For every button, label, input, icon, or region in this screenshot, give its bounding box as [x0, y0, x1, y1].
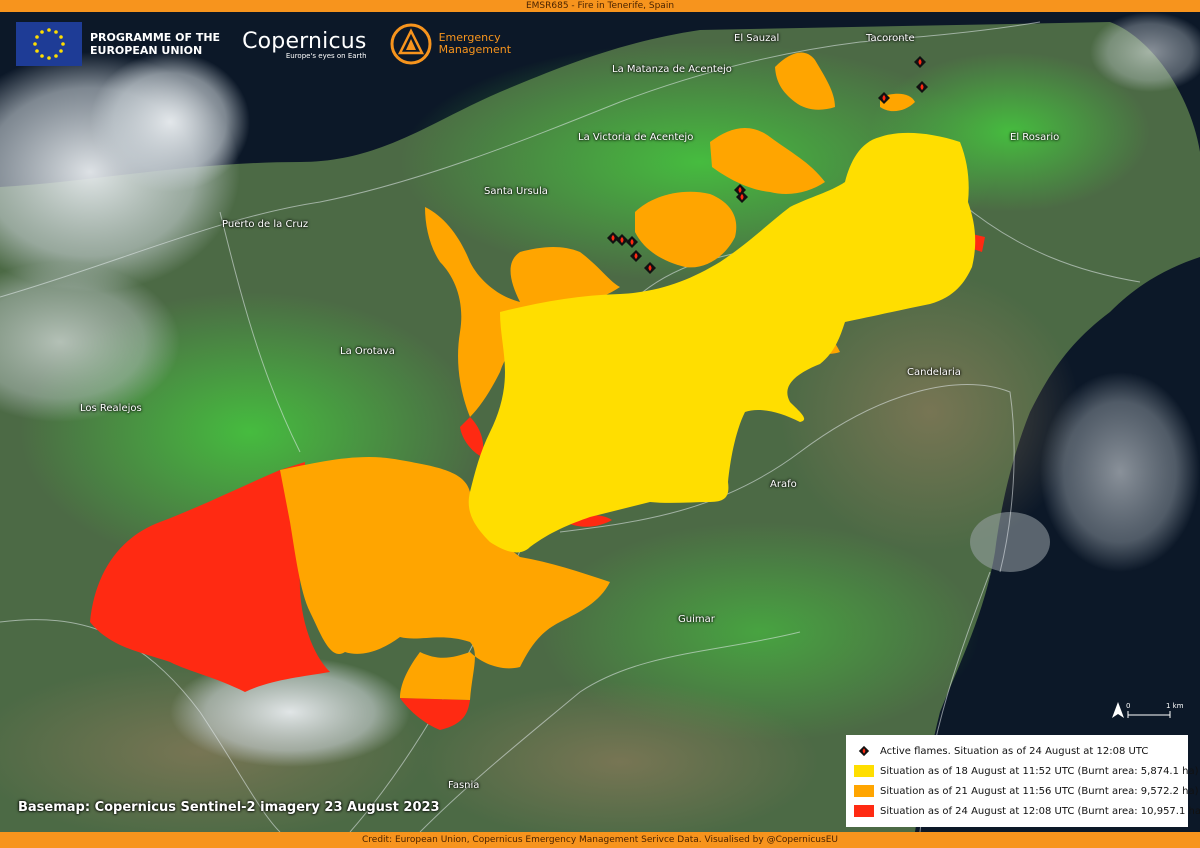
legend-item-24-aug: Situation as of 24 August at 12:08 UTC (… — [854, 801, 1200, 821]
place-puerto-de-la-cruz: Puerto de la Cruz — [222, 219, 309, 230]
legend-item-active-flames: Active flames. Situation as of 24 August… — [854, 741, 1180, 761]
legend-item-21-aug: Situation as of 21 August at 11:56 UTC (… — [854, 781, 1199, 801]
legend-label-18-aug: Situation as of 18 August at 11:52 UTC (… — [880, 765, 1199, 777]
place-santa-ursula: Santa Ursula — [484, 186, 548, 197]
eu-text-line1: PROGRAMME OF THE — [90, 31, 221, 44]
place-el-rosario: El Rosario — [1010, 132, 1060, 143]
eu-flag-icon — [16, 22, 82, 66]
footer-bar: Credit: European Union, Copernicus Emerg… — [0, 832, 1200, 848]
legend: Active flames. Situation as of 24 August… — [846, 735, 1200, 827]
place-los-realejos: Los Realejos — [80, 403, 142, 414]
flame-marker-icon — [858, 745, 870, 757]
place-tacoronte: Tacoronte — [866, 33, 915, 44]
legend-label-21-aug: Situation as of 21 August at 11:56 UTC (… — [880, 785, 1199, 797]
ems-line2: Management — [438, 43, 512, 56]
place-candelaria: Candelaria — [907, 367, 961, 378]
legend-label-24-aug: Situation as of 24 August at 12:08 UTC (… — [880, 805, 1200, 817]
scale-labels: 0 1 km — [1108, 700, 1188, 724]
copernicus-name: Copernicus — [242, 28, 367, 54]
cloud-e — [1040, 372, 1200, 572]
legend-item-18-aug: Situation as of 18 August at 11:52 UTC (… — [854, 761, 1199, 781]
scale-one-km: 1 km — [1166, 702, 1184, 710]
legend-label-flames: Active flames. Situation as of 24 August… — [880, 745, 1149, 757]
swatch-orange — [854, 785, 874, 797]
place-la-matanza: La Matanza de Acentejo — [612, 64, 732, 75]
credit-text: Credit: European Union, Copernicus Emerg… — [362, 835, 838, 845]
header-bar: EMSR685 - Fire in Tenerife, Spain — [0, 0, 1200, 12]
place-arafo: Arafo — [770, 479, 797, 490]
swatch-yellow — [854, 765, 874, 777]
logo-bar: PROGRAMME OF THE EUROPEAN UNION Copernic… — [16, 20, 511, 68]
basemap-caption: Basemap: Copernicus Sentinel-2 imagery 2… — [18, 800, 440, 815]
eu-programme-text: PROGRAMME OF THE EUROPEAN UNION — [90, 31, 220, 57]
swatch-red — [854, 805, 874, 817]
place-la-orotava: La Orotava — [340, 346, 395, 357]
place-guimar: Guimar — [678, 614, 715, 625]
eu-text-line2: EUROPEAN UNION — [90, 44, 203, 57]
map-title: EMSR685 - Fire in Tenerife, Spain — [525, 1, 675, 11]
scale-zero: 0 — [1126, 702, 1131, 710]
cloud-nw-2 — [90, 52, 250, 192]
ems-logo: Emergency Management — [389, 22, 511, 66]
place-la-victoria: La Victoria de Acentejo — [578, 132, 694, 143]
place-el-sauzal: El Sauzal — [734, 33, 780, 44]
copernicus-logo: Copernicus Europe's eyes on Earth — [242, 29, 367, 60]
ems-icon — [390, 23, 432, 65]
place-fasnia: Fasnia — [448, 780, 480, 791]
